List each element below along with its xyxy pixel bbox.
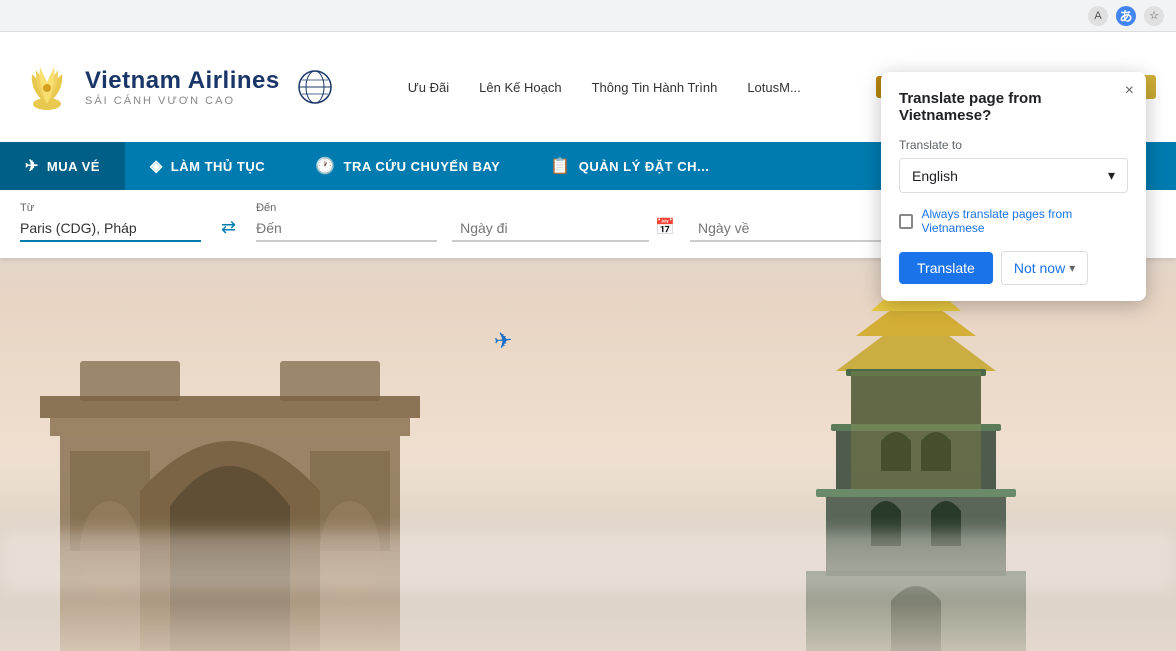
airplane-icon: ✈ — [493, 327, 514, 355]
translate-popup: × Translate page from Vietnamese? Transl… — [881, 72, 1146, 301]
airline-logo — [20, 62, 75, 112]
depart-calendar-icon[interactable]: 📅 — [655, 217, 675, 237]
to-input[interactable] — [256, 216, 437, 242]
popup-close-button[interactable]: × — [1125, 82, 1134, 100]
always-translate-text: Always translate pages from — [921, 207, 1072, 221]
checkin-tab-icon: ◈ — [150, 156, 163, 176]
tab-quan-ly[interactable]: 📋 QUẢN LÝ ĐẶT CH... — [525, 142, 734, 190]
bookmark-icon[interactable]: ☆ — [1144, 6, 1164, 26]
airline-name: Vietnam Airlines — [85, 67, 280, 95]
dropdown-chevron-icon: ▾ — [1108, 167, 1115, 184]
logo-text: Vietnam Airlines SÁI CÁNH VƯƠN CAO — [85, 67, 280, 107]
language-selector[interactable]: English ▾ — [899, 158, 1128, 193]
website-container: ✈ — [0, 32, 1176, 651]
swap-button[interactable]: ⇄ — [216, 217, 241, 238]
not-now-label: Not now — [1014, 260, 1065, 276]
nav-lotus[interactable]: LotusM... — [747, 80, 800, 95]
return-date-group: 📅 — [690, 214, 913, 242]
from-field-group: Từ — [20, 202, 201, 242]
tab-mua-ve[interactable]: ✈ MUA VÉ — [0, 142, 125, 190]
browser-bar: A あ ☆ — [0, 0, 1176, 32]
from-label: Từ — [20, 202, 201, 214]
popup-title: Translate page from Vietnamese? — [899, 90, 1128, 124]
from-input[interactable] — [20, 216, 201, 242]
translate-to-label: Translate to — [899, 138, 1128, 152]
logo-area: Vietnam Airlines SÁI CÁNH VƯƠN CAO — [20, 62, 333, 112]
return-date-input[interactable] — [690, 216, 887, 242]
popup-actions: Translate Not now ▾ — [899, 251, 1128, 285]
tab-quan-ly-label: QUẢN LÝ ĐẶT CH... — [579, 159, 710, 174]
tab-lam-thu-tuc[interactable]: ◈ LÀM THỦ TỤC — [125, 142, 290, 190]
always-translate-checkbox[interactable] — [899, 214, 913, 229]
always-translate-label: Always translate pages from Vietnamese — [921, 207, 1128, 235]
tab-mua-ve-label: MUA VÉ — [47, 159, 100, 174]
tab-lam-thu-tuc-label: LÀM THỦ TỤC — [171, 159, 265, 174]
globe-badge — [298, 70, 333, 105]
tab-tra-cuu[interactable]: 🕐 TRA CỨU CHUYẾN BAY — [290, 142, 525, 190]
plane-tab-icon: ✈ — [25, 156, 39, 176]
not-now-chevron-icon: ▾ — [1069, 261, 1075, 275]
always-translate-lang: Vietnamese — [921, 221, 984, 235]
manage-tab-icon: 📋 — [550, 156, 570, 176]
translate-browser-icon[interactable]: あ — [1116, 6, 1136, 26]
airline-tagline: SÁI CÁNH VƯƠN CAO — [85, 95, 280, 107]
nav-len-ke-hoach[interactable]: Lên Kế Hoạch — [479, 80, 561, 95]
font-size-icon[interactable]: A — [1088, 6, 1108, 26]
depart-date-group: 📅 — [452, 214, 675, 242]
to-field-group: Đến — [256, 202, 437, 242]
depart-date-input[interactable] — [452, 216, 649, 242]
selected-language: English — [912, 168, 958, 184]
always-translate-row: Always translate pages from Vietnamese — [899, 207, 1128, 235]
nav-thong-tin[interactable]: Thông Tin Hành Trình — [592, 80, 718, 95]
clock-tab-icon: 🕐 — [315, 156, 335, 176]
translate-button[interactable]: Translate — [899, 252, 993, 284]
not-now-button[interactable]: Not now ▾ — [1001, 251, 1088, 285]
to-label: Đến — [256, 202, 437, 214]
tab-tra-cuu-label: TRA CỨU CHUYẾN BAY — [344, 159, 501, 174]
main-nav-links: Ưu Đãi Lên Kế Hoạch Thông Tin Hành Trình… — [408, 80, 801, 95]
nav-uu-dai[interactable]: Ưu Đãi — [408, 80, 449, 95]
